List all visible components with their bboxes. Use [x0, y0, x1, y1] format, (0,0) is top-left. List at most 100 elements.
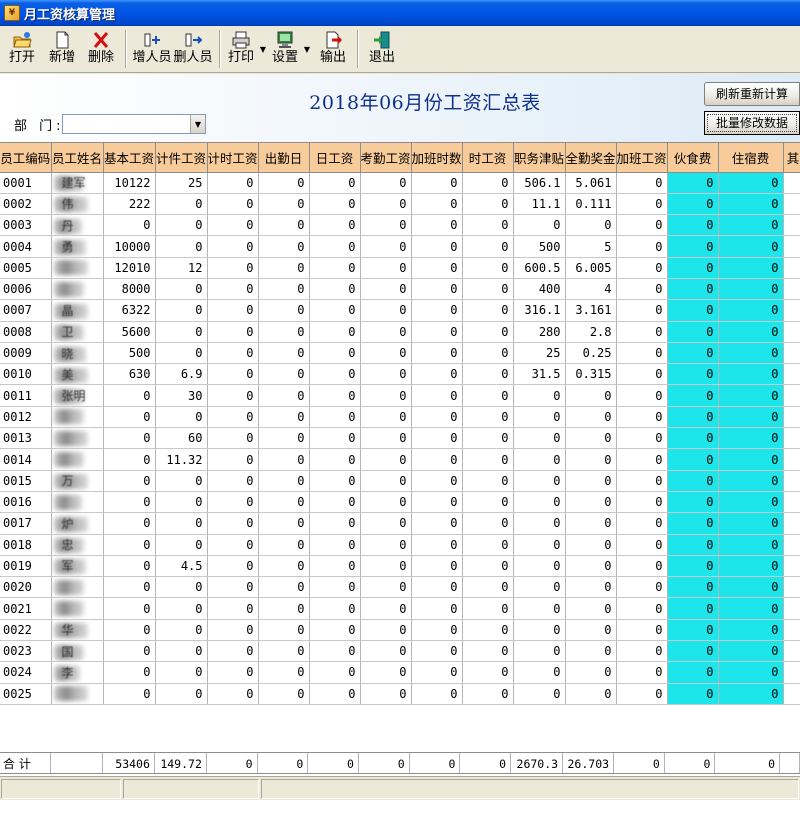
value-cell[interactable]: 0: [207, 363, 259, 386]
value-cell[interactable]: 0: [103, 661, 156, 684]
value-cell[interactable]: 0: [718, 534, 784, 556]
column-header[interactable]: 其: [783, 143, 800, 173]
value-cell[interactable]: 0: [565, 683, 617, 705]
value-cell[interactable]: 0: [207, 342, 259, 365]
value-cell[interactable]: 0: [667, 427, 719, 450]
value-cell[interactable]: 0: [718, 683, 784, 705]
employee-code-cell[interactable]: 0018: [0, 534, 52, 556]
value-cell[interactable]: 0: [155, 512, 208, 535]
value-cell[interactable]: 0: [309, 576, 361, 599]
value-cell[interactable]: 0: [718, 555, 784, 578]
column-header[interactable]: 员工姓名: [51, 143, 104, 173]
value-cell[interactable]: 0: [513, 470, 566, 492]
value-cell[interactable]: 0: [565, 597, 617, 620]
employee-code-cell[interactable]: 0002: [0, 193, 52, 216]
salary-grid[interactable]: 员工编码 员工姓名 基本工资 计件工资 计时工资 出勤日 日工资 考勤工资 加班时数 时工资 职务津…: [0, 142, 800, 773]
value-cell[interactable]: 0: [258, 427, 310, 450]
value-cell[interactable]: 0: [411, 257, 463, 279]
value-cell[interactable]: 0: [411, 363, 463, 386]
overflow-cell[interactable]: [783, 448, 800, 471]
column-header[interactable]: 考勤工资: [360, 143, 412, 173]
value-cell[interactable]: 0: [462, 555, 514, 578]
value-cell[interactable]: 12010: [103, 257, 156, 279]
value-cell[interactable]: 0: [718, 172, 784, 194]
employee-code-cell[interactable]: 0020: [0, 576, 52, 599]
value-cell[interactable]: 0: [616, 193, 668, 216]
value-cell[interactable]: 0: [309, 172, 361, 194]
value-cell[interactable]: 0: [309, 640, 361, 663]
value-cell[interactable]: 0: [616, 427, 668, 450]
value-cell[interactable]: 0: [616, 576, 668, 599]
employee-name-cell[interactable]: 炉: [51, 512, 104, 535]
table-row[interactable]: 0022 华 0 0 0 0 0 0 0 0 0 0 0 0 0: [0, 619, 800, 642]
overflow-cell[interactable]: [783, 193, 800, 216]
value-cell[interactable]: 0: [513, 448, 566, 471]
value-cell[interactable]: 0: [309, 342, 361, 365]
value-cell[interactable]: 0: [309, 619, 361, 642]
column-header[interactable]: 出勤日: [258, 143, 310, 173]
value-cell[interactable]: 0: [309, 363, 361, 386]
value-cell[interactable]: 0: [565, 576, 617, 599]
value-cell[interactable]: 0: [667, 363, 719, 386]
value-cell[interactable]: 0: [360, 299, 412, 322]
table-row[interactable]: 0003 丹 0 0 0 0 0 0 0 0 0 0 0 0 0: [0, 214, 800, 237]
employee-name-cell[interactable]: 国: [51, 640, 104, 663]
value-cell[interactable]: 316.1: [513, 299, 566, 322]
column-header[interactable]: 加班工资: [616, 143, 668, 173]
value-cell[interactable]: 0: [667, 321, 719, 343]
value-cell[interactable]: 0: [155, 342, 208, 365]
value-cell[interactable]: 0: [565, 534, 617, 556]
value-cell[interactable]: 0: [462, 470, 514, 492]
employee-code-cell[interactable]: 0006: [0, 278, 52, 301]
value-cell[interactable]: 0: [258, 661, 310, 684]
column-header[interactable]: 日工资: [309, 143, 361, 173]
value-cell[interactable]: 0: [462, 619, 514, 642]
value-cell[interactable]: 0: [258, 597, 310, 620]
table-row[interactable]: 0009 晓 500 0 0 0 0 0 0 0 25 0.25 0 0 0: [0, 342, 800, 365]
value-cell[interactable]: 0: [360, 427, 412, 450]
employee-name-cell[interactable]: 万: [51, 470, 104, 492]
value-cell[interactable]: 0: [258, 235, 310, 258]
value-cell[interactable]: 0: [258, 512, 310, 535]
value-cell[interactable]: 0: [462, 576, 514, 599]
table-row[interactable]: 0018 忠 0 0 0 0 0 0 0 0 0 0 0 0 0: [0, 534, 800, 556]
value-cell[interactable]: 0: [360, 640, 412, 663]
value-cell[interactable]: 0: [667, 193, 719, 216]
value-cell[interactable]: 4: [565, 278, 617, 301]
value-cell[interactable]: 0: [667, 597, 719, 620]
value-cell[interactable]: 0: [258, 172, 310, 194]
value-cell[interactable]: 0: [360, 172, 412, 194]
value-cell[interactable]: 0: [360, 214, 412, 237]
value-cell[interactable]: 0: [616, 448, 668, 471]
value-cell[interactable]: 0: [411, 321, 463, 343]
employee-code-cell[interactable]: 0015: [0, 470, 52, 492]
value-cell[interactable]: 0: [309, 597, 361, 620]
employee-name-cell[interactable]: 张明: [51, 384, 104, 407]
value-cell[interactable]: 0: [258, 214, 310, 237]
value-cell[interactable]: 0: [360, 193, 412, 216]
value-cell[interactable]: 0: [258, 534, 310, 556]
value-cell[interactable]: 0: [155, 299, 208, 322]
value-cell[interactable]: 500: [513, 235, 566, 258]
value-cell[interactable]: 0: [411, 406, 463, 429]
value-cell[interactable]: 506.1: [513, 172, 566, 194]
settings-button[interactable]: 设置: [270, 27, 300, 71]
value-cell[interactable]: 0: [309, 214, 361, 237]
value-cell[interactable]: 0: [207, 512, 259, 535]
value-cell[interactable]: 0: [513, 406, 566, 429]
value-cell[interactable]: 0: [462, 406, 514, 429]
value-cell[interactable]: 0: [155, 597, 208, 620]
value-cell[interactable]: 0: [411, 683, 463, 705]
employee-code-cell[interactable]: 0001: [0, 172, 52, 194]
value-cell[interactable]: 0: [462, 363, 514, 386]
employee-name-cell[interactable]: 华: [51, 619, 104, 642]
employee-code-cell[interactable]: 0012: [0, 406, 52, 429]
value-cell[interactable]: 0: [718, 214, 784, 237]
value-cell[interactable]: 0: [258, 193, 310, 216]
employee-name-cell[interactable]: 建军: [51, 172, 104, 194]
value-cell[interactable]: 0: [309, 235, 361, 258]
value-cell[interactable]: 0: [258, 683, 310, 705]
value-cell[interactable]: 0: [462, 597, 514, 620]
value-cell[interactable]: 0: [565, 448, 617, 471]
value-cell[interactable]: 0: [207, 321, 259, 343]
